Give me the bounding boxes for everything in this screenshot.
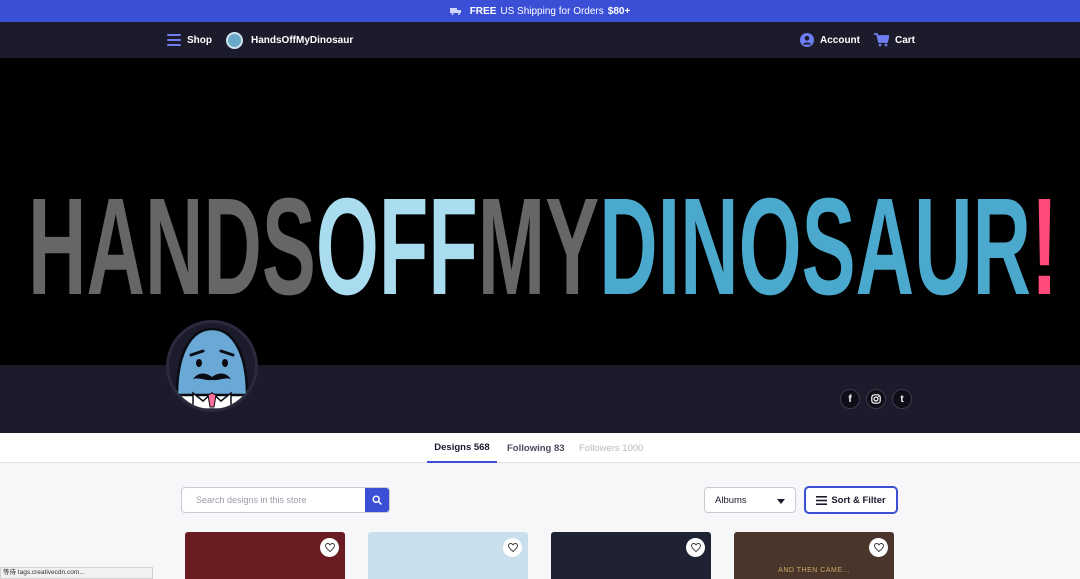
product-card-caption: AND THEN CAME... — [778, 567, 850, 574]
store-brand-link[interactable]: HandsOffMyDinosaur — [226, 22, 353, 58]
albums-select[interactable]: Albums — [704, 487, 796, 513]
browser-status-bar: 等待 tags.creativecdn.com... — [0, 567, 153, 579]
albums-selected-value: Albums — [715, 494, 747, 506]
search-input[interactable] — [182, 488, 366, 512]
sort-filter-button[interactable]: Sort & Filter — [804, 486, 898, 514]
cart-label: Cart — [895, 34, 916, 46]
tab-followers[interactable]: Followers 1000 — [579, 433, 643, 463]
product-card[interactable]: AND THEN CAME... — [734, 532, 894, 579]
shop-label: Shop — [187, 34, 212, 46]
search-icon — [372, 495, 382, 505]
sort-filter-icon — [816, 495, 828, 505]
heart-icon — [690, 543, 701, 552]
facebook-link[interactable]: f — [840, 389, 860, 409]
product-card[interactable] — [185, 532, 345, 579]
hamburger-icon — [167, 34, 181, 46]
chevron-down-icon — [777, 499, 785, 504]
tumblr-link[interactable]: t — [892, 389, 912, 409]
cart-link[interactable]: Cart — [874, 22, 915, 58]
shop-menu-button[interactable]: Shop — [167, 22, 212, 58]
product-card[interactable] — [551, 532, 711, 579]
tumblr-icon: t — [900, 393, 904, 405]
tab-following[interactable]: Following 83 — [507, 433, 565, 463]
truck-icon — [449, 8, 461, 15]
account-link[interactable]: Account — [800, 22, 860, 58]
search-button[interactable] — [365, 488, 389, 512]
sort-filter-label: Sort & Filter — [831, 494, 886, 506]
store-logo-icon — [226, 31, 243, 49]
facebook-icon: f — [848, 393, 852, 405]
favorite-button[interactable] — [503, 538, 522, 557]
tab-designs[interactable]: Designs 568 — [427, 433, 497, 463]
favorite-button[interactable] — [686, 538, 705, 557]
banner-word-hands: HANDS — [28, 170, 316, 304]
heart-icon — [324, 543, 335, 552]
banner-word-my: MY — [478, 170, 599, 304]
promo-free: FREE — [469, 5, 497, 17]
instagram-icon — [871, 394, 881, 404]
banner-title: HANDSOFFMYDINOSAUR! — [28, 170, 1058, 304]
promo-bar: FREE US Shipping for Orders $80+ — [0, 0, 1080, 22]
favorite-button[interactable] — [869, 538, 888, 557]
profile-strip — [0, 365, 1080, 433]
promo-text: US Shipping for Orders — [500, 5, 604, 17]
instagram-link[interactable] — [866, 389, 886, 409]
top-nav: Shop HandsOffMyDinosaur Account Cart — [0, 22, 1080, 58]
profile-tabs: Designs 568 Following 83 Followers 1000 — [0, 433, 1080, 463]
product-card[interactable] — [368, 532, 528, 579]
store-brand-name: HandsOffMyDinosaur — [251, 34, 354, 46]
svg-text:HANDSOFFMYDINOSAUR!: HANDSOFFMYDINOSAUR! — [28, 170, 1058, 304]
banner-word-off: OFF — [316, 170, 478, 304]
banner-word-dinosaur: DINOSAUR — [599, 170, 1031, 304]
cart-icon — [874, 33, 889, 47]
heart-icon — [507, 543, 518, 552]
heart-icon — [873, 543, 884, 552]
account-label: Account — [820, 34, 860, 46]
banner-exclamation: ! — [1031, 170, 1058, 304]
store-banner: HANDSOFFMYDINOSAUR! — [0, 58, 1080, 365]
account-icon — [800, 33, 814, 47]
promo-amount: $80+ — [607, 5, 631, 17]
store-search — [181, 487, 390, 513]
store-avatar — [166, 320, 258, 412]
dinosaur-mascot-icon — [169, 327, 255, 409]
favorite-button[interactable] — [320, 538, 339, 557]
